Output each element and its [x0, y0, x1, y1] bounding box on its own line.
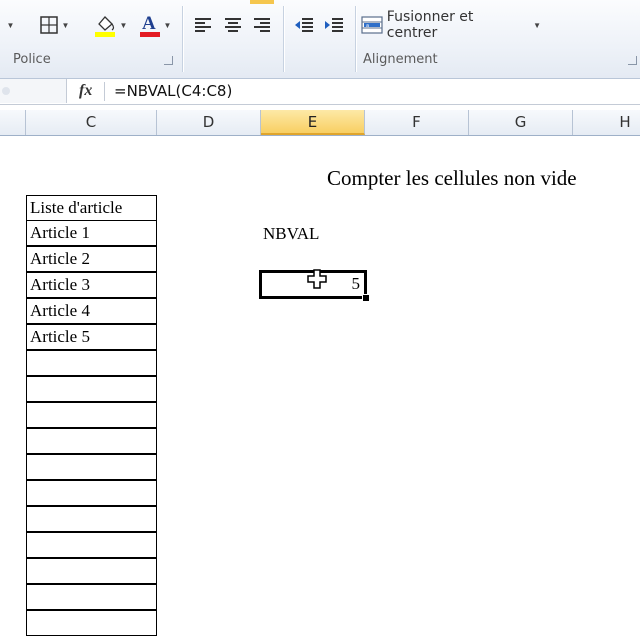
column-header-e[interactable]: E [261, 110, 365, 135]
separator [104, 82, 105, 101]
insert-function-button[interactable]: fx [79, 82, 92, 100]
list-item[interactable] [26, 506, 157, 532]
svg-text:a: a [366, 23, 369, 29]
list-item[interactable] [26, 454, 157, 480]
separator [182, 52, 183, 70]
chevron-down-icon: ▼ [6, 20, 15, 30]
sheet-title[interactable]: Compter les cellules non vide [327, 166, 577, 191]
borders-icon [39, 16, 58, 34]
font-color-button[interactable]: A ▼ [136, 10, 174, 40]
list-item[interactable]: Article 4 [26, 298, 157, 324]
list-item[interactable] [26, 532, 157, 558]
chevron-down-icon: ▼ [163, 20, 172, 30]
list-item[interactable]: Article 2 [26, 246, 157, 272]
formula-input[interactable]: =NBVAL(C4:C8) [114, 82, 232, 100]
merge-center-label: Fusionner et centrer [386, 9, 474, 41]
decrease-indent-button[interactable] [291, 12, 317, 38]
group-label-police: Police [13, 52, 51, 67]
column-header-c[interactable]: C [26, 110, 157, 135]
name-box[interactable] [0, 79, 67, 103]
column-header-d[interactable]: D [157, 110, 261, 135]
fill-handle[interactable] [362, 294, 370, 302]
wrap-text-button-edge[interactable] [250, 0, 274, 4]
list-item[interactable] [26, 584, 157, 610]
column-header-b-partial[interactable] [0, 110, 26, 135]
align-left-button[interactable] [190, 12, 216, 38]
column-header-g[interactable]: G [469, 110, 573, 135]
increase-indent-icon [325, 18, 343, 32]
column-headers: C D E F G H [0, 110, 640, 136]
chevron-down-icon: ▼ [61, 20, 70, 30]
increase-indent-button[interactable] [321, 12, 347, 38]
dialog-launcher-icon[interactable] [164, 56, 173, 65]
list-header-cell[interactable]: Liste d'article [26, 195, 157, 221]
list-item[interactable] [26, 428, 157, 454]
fill-color-button[interactable]: ▼ [90, 10, 130, 40]
decrease-indent-icon [295, 18, 313, 32]
nbval-label-cell[interactable]: NBVAL [263, 224, 319, 244]
formula-bar: fx =NBVAL(C4:C8) [0, 79, 640, 105]
borders-button[interactable]: ▼ [32, 12, 76, 38]
list-item[interactable] [26, 350, 157, 376]
align-center-icon [225, 18, 241, 32]
chevron-down-icon: ▼ [533, 20, 541, 30]
font-size-dropdown[interactable]: ▼ [2, 14, 16, 36]
ribbon: ▼ ▼ ▼ A ▼ a Fusionner et centrer ▼ Polic… [0, 0, 640, 79]
column-header-h[interactable]: H [573, 110, 640, 135]
list-item[interactable] [26, 376, 157, 402]
svg-text:A: A [142, 13, 156, 34]
list-item[interactable] [26, 558, 157, 584]
align-right-icon [254, 18, 270, 32]
dialog-launcher-icon[interactable] [628, 56, 637, 65]
merge-center-button[interactable]: a Fusionner et centrer ▼ [361, 9, 541, 41]
list-item[interactable] [26, 480, 157, 506]
list-item[interactable] [26, 402, 157, 428]
font-color-icon: A [139, 13, 160, 37]
merge-cells-icon: a [361, 16, 383, 34]
resize-handle-icon[interactable] [2, 87, 10, 95]
column-header-f[interactable]: F [365, 110, 469, 135]
separator [355, 6, 356, 72]
group-label-alignement: Alignement [363, 52, 438, 67]
list-item[interactable]: Article 1 [26, 220, 157, 246]
list-item[interactable]: Article 5 [26, 324, 157, 350]
align-right-button[interactable] [249, 12, 275, 38]
paint-bucket-icon [94, 16, 115, 37]
list-item[interactable] [26, 610, 157, 636]
align-center-button[interactable] [220, 12, 246, 38]
cell-cursor-icon [307, 269, 327, 289]
separator [283, 6, 284, 72]
align-left-icon [195, 18, 211, 32]
list-item[interactable]: Article 3 [26, 272, 157, 298]
nbval-result: 5 [351, 274, 361, 293]
chevron-down-icon: ▼ [119, 20, 128, 30]
